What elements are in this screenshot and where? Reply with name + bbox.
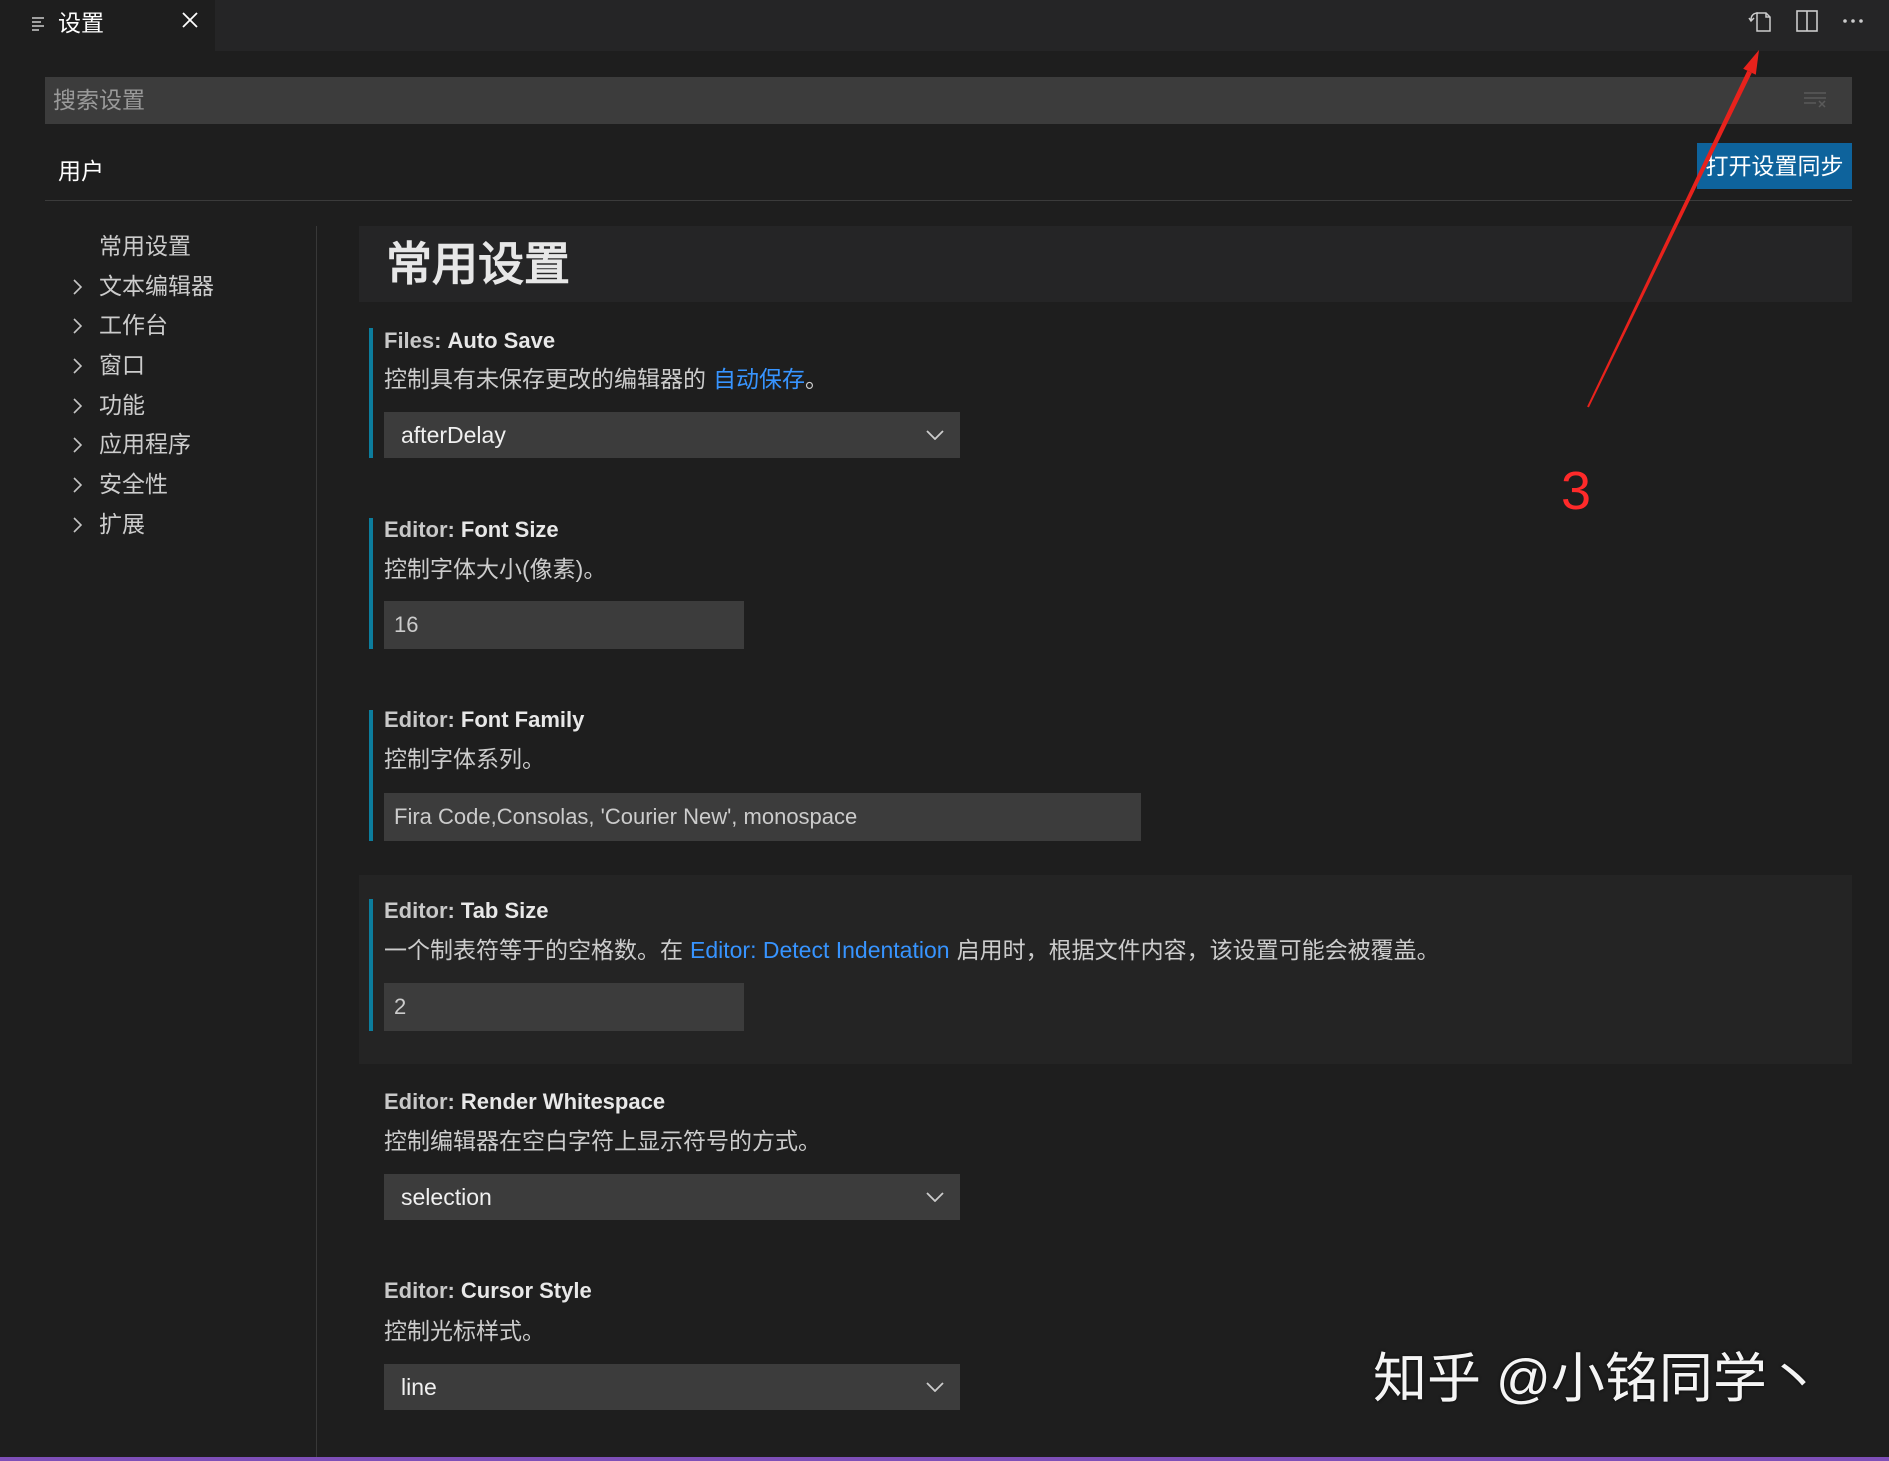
setting-title: Editor: Cursor Style — [384, 1276, 592, 1306]
toc-item-label: 常用设置 — [99, 233, 191, 259]
description-suffix: 启用时，根据文件内容，该设置可能会被覆盖。 — [956, 937, 1440, 963]
setting-description: 控制字体大小(像素)。 — [384, 556, 607, 582]
modified-indicator — [369, 899, 373, 1031]
setting-description: 一个制表符等于的空格数。在 Editor: Detect Indentation 启… — [384, 935, 1440, 965]
setting-category: Editor: — [384, 1278, 455, 1303]
scope-tab-user[interactable]: 用户 — [58, 156, 104, 186]
setting-description: 控制具有未保存更改的编辑器的 自动保存。 — [384, 364, 828, 394]
section-title: 常用设置 — [386, 238, 570, 290]
toc-divider — [316, 226, 317, 1461]
setting-description: 控制字体系列。 — [384, 746, 545, 772]
chevron-down-icon — [926, 1192, 944, 1202]
setting-category: Editor: — [384, 898, 455, 923]
editor-tab-bar — [0, 0, 1889, 51]
toc-item-label: 功能 — [99, 391, 145, 418]
select-value: line — [401, 1374, 437, 1400]
chevron-right-icon — [73, 477, 82, 493]
tab-title: 设置 — [58, 10, 104, 36]
setting-title: Editor: Tab Size — [384, 896, 549, 926]
modified-indicator — [369, 518, 373, 649]
font-family-input[interactable] — [384, 793, 1141, 841]
toc-item-extensions[interactable]: 扩展 — [45, 505, 307, 545]
setting-label: Cursor Style — [460, 1278, 592, 1303]
chevron-right-icon — [73, 358, 82, 374]
more-actions-icon[interactable] — [1840, 8, 1866, 34]
description-text: 控制具有未保存更改的编辑器的 — [384, 366, 706, 392]
open-settings-json-icon[interactable] — [1748, 8, 1774, 34]
header-divider — [45, 200, 1852, 201]
setting-category: Editor: — [384, 707, 455, 732]
setting-category: Files: — [384, 328, 442, 353]
setting-description: 控制光标样式。 — [384, 1318, 545, 1344]
settings-toc: 常用设置 文本编辑器 工作台 窗口 功能 应用程序 安全性 扩展 — [45, 227, 307, 545]
clear-filter-icon[interactable] — [1802, 89, 1828, 111]
chevron-down-icon — [926, 1382, 944, 1392]
search-input[interactable] — [45, 77, 1795, 124]
description-suffix: 。 — [805, 366, 828, 392]
chevron-right-icon — [73, 437, 82, 454]
setting-title: Files: Auto Save — [384, 326, 555, 356]
watermark: 知乎 @小铭同学丶 — [1373, 1349, 1821, 1409]
chevron-right-icon — [73, 318, 82, 334]
setting-label: Render Whitespace — [460, 1089, 666, 1114]
settings-sync-button[interactable]: 打开设置同步 — [1697, 143, 1852, 189]
setting-description: 控制编辑器在空白字符上显示符号的方式。 — [384, 1128, 821, 1154]
chevron-down-icon — [926, 430, 944, 440]
select-value: afterDelay — [401, 422, 506, 448]
tab-size-input[interactable] — [384, 983, 744, 1031]
settings-search-box — [45, 77, 1852, 124]
toc-item-window[interactable]: 窗口 — [45, 346, 307, 386]
chevron-right-icon — [73, 279, 82, 295]
chevron-right-icon — [73, 398, 82, 414]
split-editor-icon[interactable] — [1794, 8, 1820, 34]
setting-title: Editor: Font Size — [384, 515, 559, 545]
description-text: 一个制表符等于的空格数。在 — [384, 937, 683, 963]
toc-item-label: 应用程序 — [99, 431, 191, 458]
render-whitespace-select[interactable]: selection — [384, 1174, 960, 1220]
setting-label: Tab Size — [460, 898, 549, 923]
auto-save-link[interactable]: 自动保存 — [713, 366, 805, 392]
modified-indicator — [369, 710, 373, 841]
cursor-style-select[interactable]: line — [384, 1364, 960, 1410]
modified-indicator — [369, 328, 373, 458]
bottom-border-bar — [0, 1457, 1889, 1461]
setting-category: Editor: — [384, 1089, 455, 1114]
toc-item-label: 文本编辑器 — [99, 272, 214, 299]
annotation-arrow — [1587, 50, 1759, 408]
toc-item-workbench[interactable]: 工作台 — [45, 306, 307, 346]
chevron-right-icon — [73, 517, 82, 533]
section-heading-band — [359, 226, 1852, 302]
detect-indentation-link[interactable]: Editor: Detect Indentation — [690, 937, 950, 963]
toc-item-label: 工作台 — [99, 312, 168, 339]
toc-item-application[interactable]: 应用程序 — [45, 425, 307, 465]
setting-title: Editor: Font Family — [384, 705, 584, 735]
toc-item-label: 扩展 — [99, 510, 145, 537]
annotation-arrowhead — [1743, 50, 1759, 75]
toc-item-label: 安全性 — [99, 471, 168, 498]
setting-title: Editor: Render Whitespace — [384, 1087, 665, 1117]
setting-label: Font Family — [460, 707, 585, 732]
select-value: selection — [401, 1184, 492, 1210]
toc-item-features[interactable]: 功能 — [45, 386, 307, 426]
toc-item-commonly-used[interactable]: 常用设置 — [45, 227, 307, 267]
auto-save-select[interactable]: afterDelay — [384, 412, 960, 458]
toc-item-text-editor[interactable]: 文本编辑器 — [45, 267, 307, 307]
setting-category: Editor: — [384, 517, 455, 542]
toc-item-security[interactable]: 安全性 — [45, 465, 307, 505]
focused-setting-row — [359, 875, 1852, 1064]
setting-label: Auto Save — [447, 328, 556, 353]
annotation-number: 3 — [1561, 461, 1592, 521]
toc-item-label: 窗口 — [99, 352, 145, 379]
settings-editor-icon — [32, 17, 44, 31]
font-size-input[interactable] — [384, 601, 744, 649]
setting-label: Font Size — [460, 517, 559, 542]
close-icon[interactable] — [179, 9, 201, 31]
